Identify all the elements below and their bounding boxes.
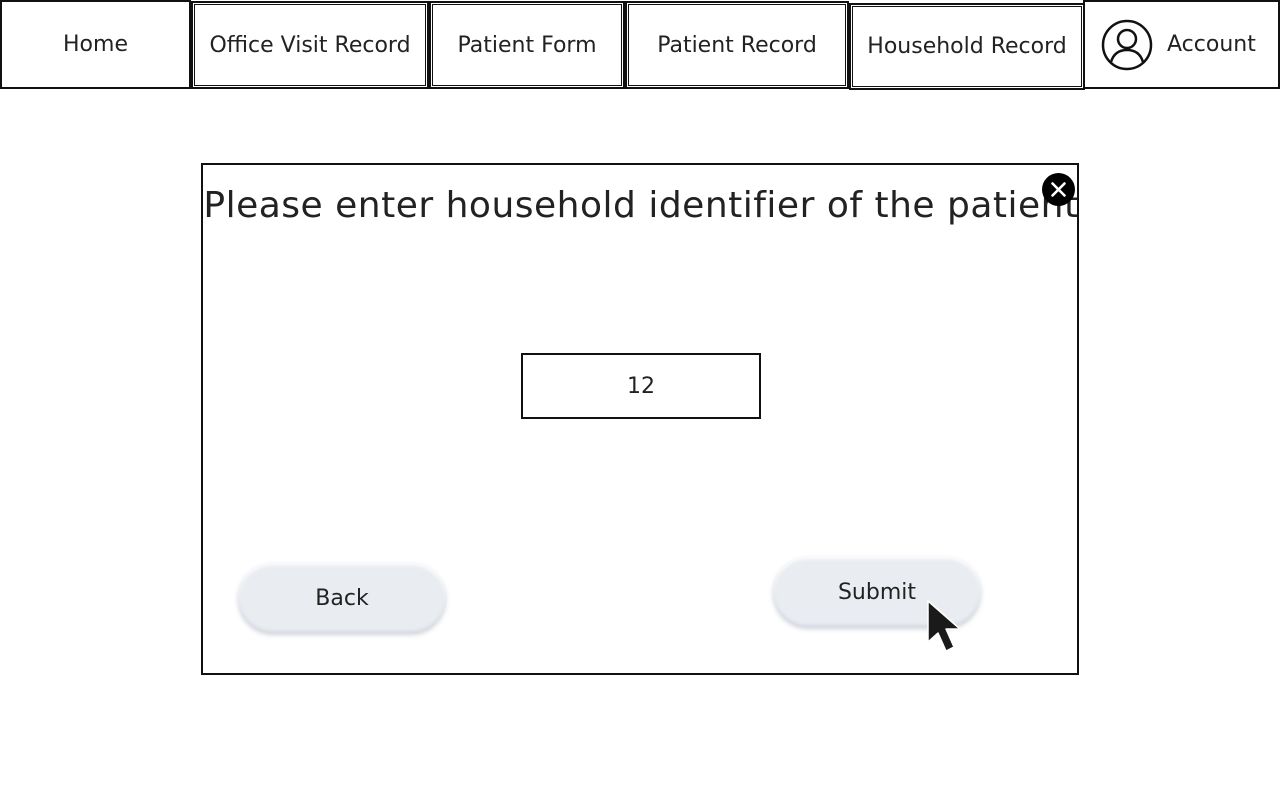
nav-patient-record[interactable]: Patient Record — [625, 1, 849, 89]
nav-patient-form[interactable]: Patient Form — [429, 1, 625, 89]
nav-account-label: Account — [1167, 32, 1256, 57]
nav-household-record-label: Household Record — [867, 34, 1067, 59]
nav-home[interactable]: Home — [0, 0, 191, 89]
household-id-dialog: Please enter household identifier of the… — [201, 163, 1079, 675]
nav-office-visit-record[interactable]: Office Visit Record — [191, 1, 429, 89]
submit-button-label: Submit — [837, 579, 917, 605]
top-nav: Home Office Visit Record Patient Form Pa… — [0, 0, 1280, 90]
nav-account[interactable]: Account — [1083, 0, 1280, 89]
nav-office-visit-record-label: Office Visit Record — [209, 32, 411, 58]
household-id-input[interactable] — [521, 353, 761, 419]
back-button-label: Back — [315, 585, 369, 611]
user-circle-icon — [1101, 19, 1153, 70]
dialog-title: Please enter household identifier of the… — [203, 185, 1079, 226]
back-button[interactable]: Back — [238, 563, 446, 633]
nav-household-record[interactable]: Household Record — [849, 3, 1085, 90]
nav-patient-record-label: Patient Record — [657, 32, 817, 58]
submit-button[interactable]: Submit — [773, 557, 981, 627]
close-button[interactable] — [1042, 173, 1075, 206]
nav-home-label: Home — [63, 32, 128, 57]
close-icon — [1051, 182, 1066, 197]
nav-patient-form-label: Patient Form — [457, 32, 597, 58]
